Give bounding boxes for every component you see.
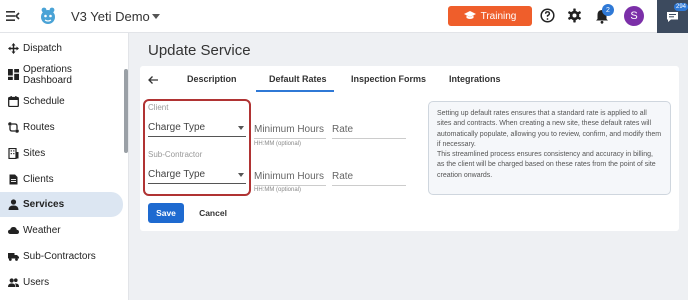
app-title[interactable]: V3 Yeti Demo [71, 9, 150, 24]
info-paragraph: This streamlined process ensures consist… [437, 151, 656, 179]
subcontractor-charge-type-value: Charge Type [148, 169, 206, 180]
default-rates-info-box: Setting up default rates ensures that a … [428, 101, 671, 195]
gear-icon[interactable] [567, 8, 582, 23]
person-icon [8, 199, 19, 210]
chevron-down-icon [238, 126, 244, 130]
subcontractor-charge-type-select[interactable]: Charge Type [148, 166, 246, 184]
users-icon [8, 278, 19, 287]
sidebar-item-label: Sites [23, 148, 46, 159]
top-bar: V3 Yeti Demo Training 2 S 294 [0, 0, 688, 33]
avatar[interactable]: S [624, 6, 644, 26]
sidebar-item-label: Services [23, 199, 65, 210]
dashboard-icon [8, 69, 19, 80]
tab-description[interactable]: Description [187, 74, 237, 84]
sidebar-item-routes[interactable]: Routes [0, 115, 123, 140]
tab-inspection-forms[interactable]: Inspection Forms [351, 74, 426, 84]
sidebar-item-label: Dispatch [23, 43, 62, 54]
tab-default-rates[interactable]: Default Rates [269, 74, 327, 84]
yeti-logo-icon [41, 7, 55, 24]
sidebar-item-label: Sub-Contractors [23, 251, 96, 262]
help-icon[interactable] [540, 8, 555, 23]
client-minimum-hours-input[interactable] [254, 121, 326, 139]
sidebar-item-label: Clients [23, 174, 54, 185]
subcontractor-minimum-hours-input[interactable] [254, 168, 326, 186]
sidebar-item-label: Users [23, 277, 50, 288]
routes-icon [8, 122, 19, 133]
sidebar: Dispatch Operations Dashboard Schedule R… [0, 33, 129, 300]
subcontractor-rate-input[interactable] [332, 168, 406, 186]
sidebar-scrollbar[interactable] [124, 69, 128, 153]
graduation-cap-icon [463, 11, 476, 19]
chat-badge: 294 [674, 3, 688, 11]
sidebar-item-services[interactable]: Services [0, 192, 123, 217]
sidebar-item-users[interactable]: Users [0, 270, 123, 295]
subcontractor-minimum-hours-hint: HH:MM (optional) [254, 187, 302, 193]
cancel-button[interactable]: Cancel [192, 203, 234, 223]
move-icon [8, 43, 19, 54]
training-button[interactable]: Training [448, 6, 532, 26]
document-icon [9, 174, 18, 185]
sidebar-item-operations-dashboard[interactable]: Operations Dashboard [0, 62, 123, 87]
active-tab-indicator [256, 90, 334, 92]
save-button[interactable]: Save [148, 203, 184, 223]
collapse-menu-icon[interactable] [6, 9, 20, 23]
sidebar-item-dispatch[interactable]: Dispatch [0, 36, 123, 61]
page-title: Update Service [148, 42, 251, 59]
client-minimum-hours-hint: HH:MM (optional) [254, 141, 302, 147]
client-charge-type-value: Charge Type [148, 122, 206, 133]
cloud-icon [8, 227, 19, 234]
subcontractor-caption: Sub-Contractor [148, 150, 203, 159]
chat-icon [667, 11, 678, 22]
sidebar-item-label: Operations Dashboard [23, 63, 72, 86]
sidebar-item-schedule[interactable]: Schedule [0, 89, 123, 114]
client-caption: Client [148, 103, 169, 112]
client-rate-input[interactable] [332, 121, 406, 139]
sidebar-item-label: Weather [23, 225, 61, 236]
chevron-down-icon[interactable] [152, 14, 160, 19]
sidebar-item-sites[interactable]: Sites [0, 141, 123, 166]
chevron-down-icon [238, 173, 244, 177]
truck-icon [8, 253, 19, 261]
building-icon [8, 148, 19, 159]
sidebar-item-label: Routes [23, 122, 55, 133]
training-label: Training [480, 10, 517, 22]
back-arrow-icon[interactable] [147, 74, 159, 86]
sidebar-item-label: Schedule [23, 96, 65, 107]
client-charge-type-select[interactable]: Charge Type [148, 119, 246, 137]
tab-integrations[interactable]: Integrations [449, 74, 501, 84]
info-paragraph: Setting up default rates ensures that a … [437, 110, 662, 148]
sidebar-item-clients[interactable]: Clients [0, 167, 123, 192]
sidebar-item-sub-contractors[interactable]: Sub-Contractors [0, 244, 123, 269]
notification-badge: 2 [602, 4, 614, 16]
calendar-icon [8, 96, 19, 107]
sidebar-item-weather[interactable]: Weather [0, 218, 123, 243]
